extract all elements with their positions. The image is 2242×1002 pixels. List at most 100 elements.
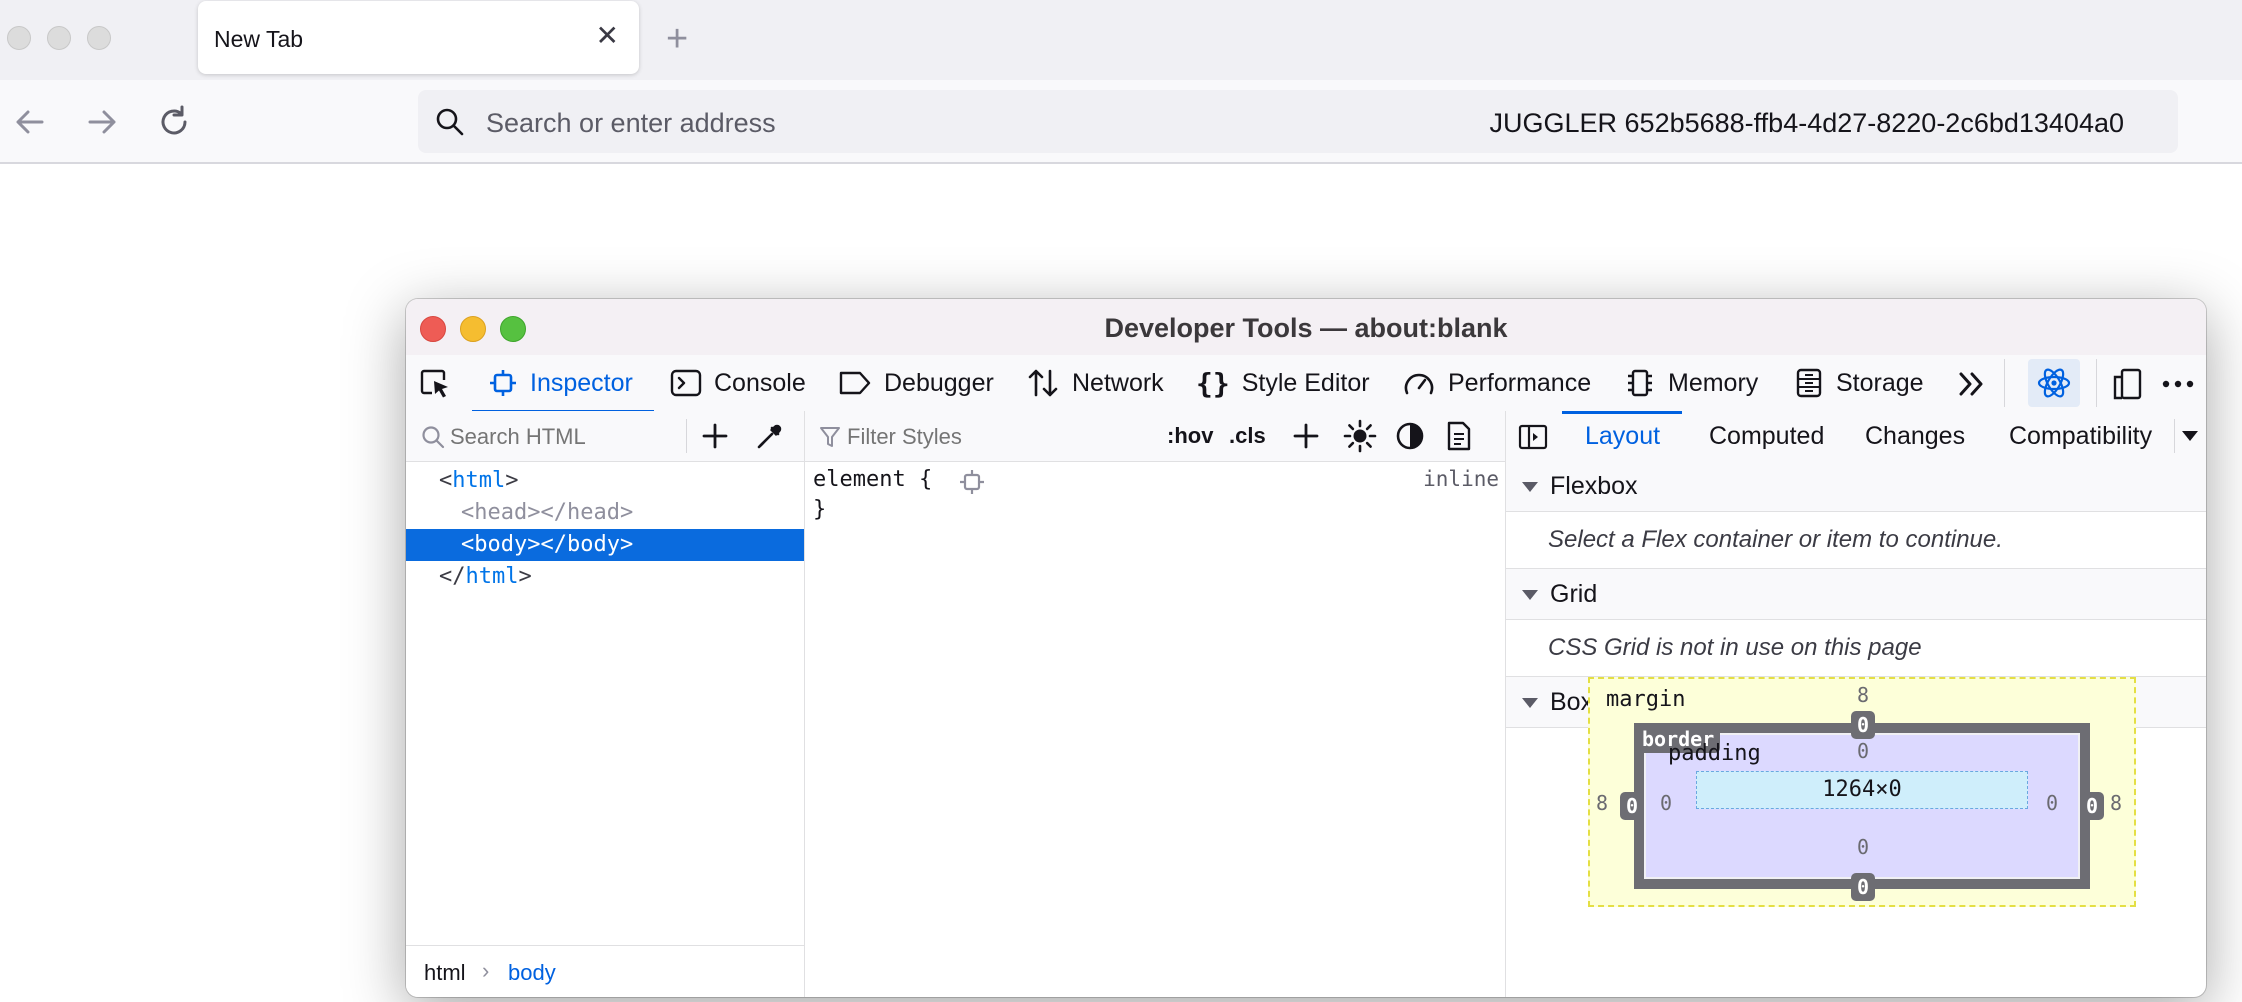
filter-icon	[820, 427, 840, 447]
grid-section-header[interactable]: Grid	[1506, 569, 2206, 620]
tag-name: html	[452, 468, 506, 493]
devtools-window: Developer Tools — about:blank Inspector …	[406, 299, 2206, 997]
minimize-window-button[interactable]	[47, 26, 71, 50]
markup-node-html-close[interactable]: </html>	[406, 561, 804, 593]
border-bottom-value[interactable]: 0	[1851, 873, 1875, 901]
rule-close-brace: }	[813, 497, 827, 522]
address-bar[interactable]: Search or enter address JUGGLER 652b5688…	[418, 90, 2178, 153]
devtools-titlebar: Developer Tools — about:blank	[406, 299, 2206, 356]
tab-performance-label: Performance	[1448, 368, 1592, 397]
grid-section-body: CSS Grid is not in use on this page	[1506, 620, 2206, 677]
react-devtools-button[interactable]	[2028, 359, 2080, 407]
tag-name: head	[474, 500, 528, 525]
toolbar-divider	[2096, 359, 2097, 407]
tab-style-editor[interactable]: {} Style Editor	[1196, 355, 1370, 411]
toggle-pane-icon[interactable]	[1518, 423, 1548, 451]
box-model-section-header[interactable]: Box Model	[1506, 677, 2206, 728]
tab-network[interactable]: Network	[1026, 355, 1164, 411]
reload-icon[interactable]	[152, 100, 196, 144]
rule-selector-text: element {	[813, 467, 933, 492]
close-window-button[interactable]	[7, 26, 31, 50]
tab-console-label: Console	[714, 368, 806, 397]
divider	[2174, 419, 2175, 453]
light-theme-icon[interactable]	[1343, 419, 1377, 453]
layout-sidebar: Layout Computed Changes Compatibility Fl…	[1506, 411, 2206, 997]
tab-compatibility[interactable]: Compatibility	[2009, 411, 2152, 461]
tab-inspector-label: Inspector	[530, 368, 633, 397]
node-highlight-icon[interactable]	[959, 469, 985, 495]
more-options-icon[interactable]	[2160, 369, 2196, 399]
devtools-title: Developer Tools — about:blank	[1104, 313, 1508, 343]
closing-tag: </head>	[540, 500, 634, 525]
storage-icon	[1796, 368, 1822, 398]
angle: >	[527, 500, 541, 525]
forward-icon[interactable]	[80, 100, 124, 144]
border-right-value[interactable]: 0	[2080, 792, 2104, 820]
cls-toggle[interactable]: .cls	[1229, 423, 1266, 449]
flexbox-title: Flexbox	[1550, 472, 1638, 500]
tab-debugger-label: Debugger	[884, 368, 994, 397]
breadcrumb: html › body	[406, 945, 804, 997]
box-model-content[interactable]: 1264×0	[1696, 771, 2028, 809]
breadcrumb-body[interactable]: body	[508, 960, 556, 986]
new-tab-icon[interactable]: +	[666, 20, 688, 58]
tab-storage[interactable]: Storage	[1794, 355, 1924, 411]
filter-styles-input[interactable]	[845, 420, 1149, 454]
border-label: border	[1636, 725, 1721, 753]
rule-source[interactable]: inline	[1423, 467, 1499, 491]
memory-icon	[1628, 369, 1652, 397]
border-left-value[interactable]: 0	[1620, 792, 1644, 820]
tab-layout[interactable]: Layout	[1585, 411, 1660, 461]
collapse-triangle-icon	[1522, 698, 1538, 708]
eyedropper-icon[interactable]	[754, 421, 784, 451]
close-tab-icon[interactable]: ✕	[596, 21, 619, 51]
dark-theme-icon[interactable]	[1395, 421, 1425, 451]
tab-title: New Tab	[214, 26, 304, 52]
box-model-padding[interactable]	[1646, 735, 2078, 877]
zoom-window-button[interactable]	[87, 26, 111, 50]
tab-inspector[interactable]: Inspector	[488, 355, 633, 411]
sidebar-tabs: Layout Computed Changes Compatibility	[1506, 411, 2206, 462]
rule-selector[interactable]: element {	[813, 467, 932, 492]
flexbox-section-header[interactable]: Flexbox	[1506, 461, 2206, 512]
add-node-icon[interactable]	[700, 421, 730, 451]
element-picker-icon[interactable]	[418, 367, 452, 401]
flexbox-message: Select a Flex container or item to conti…	[1548, 526, 2003, 553]
margin-right-value[interactable]: 8	[2110, 791, 2122, 815]
toolbar-divider	[2004, 359, 2005, 407]
tab-debugger[interactable]: Debugger	[838, 355, 994, 411]
back-icon[interactable]	[8, 100, 52, 144]
all-tabs-dropdown-icon[interactable]	[2182, 431, 2198, 441]
angle: <	[439, 468, 453, 493]
flexbox-section-body: Select a Flex container or item to conti…	[1506, 512, 2206, 569]
style-editor-icon: {}	[1196, 366, 1230, 400]
tab-computed[interactable]: Computed	[1709, 411, 1824, 461]
box-model-border[interactable]	[1634, 723, 2090, 889]
markup-node-html[interactable]: <html>	[406, 465, 804, 497]
padding-left-value[interactable]: 0	[1660, 791, 1672, 815]
tab-style-editor-label: Style Editor	[1241, 368, 1370, 397]
tab-performance[interactable]: Performance	[1402, 355, 1591, 411]
angle: </	[439, 564, 466, 589]
more-tools-chevron-icon[interactable]	[1956, 369, 1988, 399]
rules-toolbar: :hov .cls	[805, 411, 1505, 462]
padding-right-value[interactable]: 0	[2046, 791, 2058, 815]
markup-node-head[interactable]: <head></head>	[406, 497, 804, 529]
tab-memory[interactable]: Memory	[1624, 355, 1758, 411]
tab-memory-label: Memory	[1668, 368, 1759, 397]
padding-label: padding	[1668, 741, 1761, 766]
print-simulation-icon[interactable]	[1445, 420, 1473, 452]
breadcrumb-html[interactable]: html	[424, 960, 466, 986]
browser-tab[interactable]: New Tab ✕	[198, 1, 639, 74]
margin-left-value[interactable]: 8	[1596, 791, 1608, 815]
responsive-design-icon[interactable]	[2110, 367, 2144, 401]
hov-toggle[interactable]: :hov	[1167, 423, 1213, 449]
add-rule-icon[interactable]	[1291, 421, 1321, 451]
padding-bottom-value[interactable]: 0	[1846, 835, 1880, 859]
markup-node-body[interactable]: <body></body>	[406, 529, 804, 561]
atom-icon	[2037, 368, 2071, 398]
search-html-input[interactable]	[448, 420, 682, 454]
tab-changes[interactable]: Changes	[1865, 411, 1965, 461]
tab-console[interactable]: Console	[670, 355, 806, 411]
padding-top-value[interactable]: 0	[1846, 739, 1880, 763]
